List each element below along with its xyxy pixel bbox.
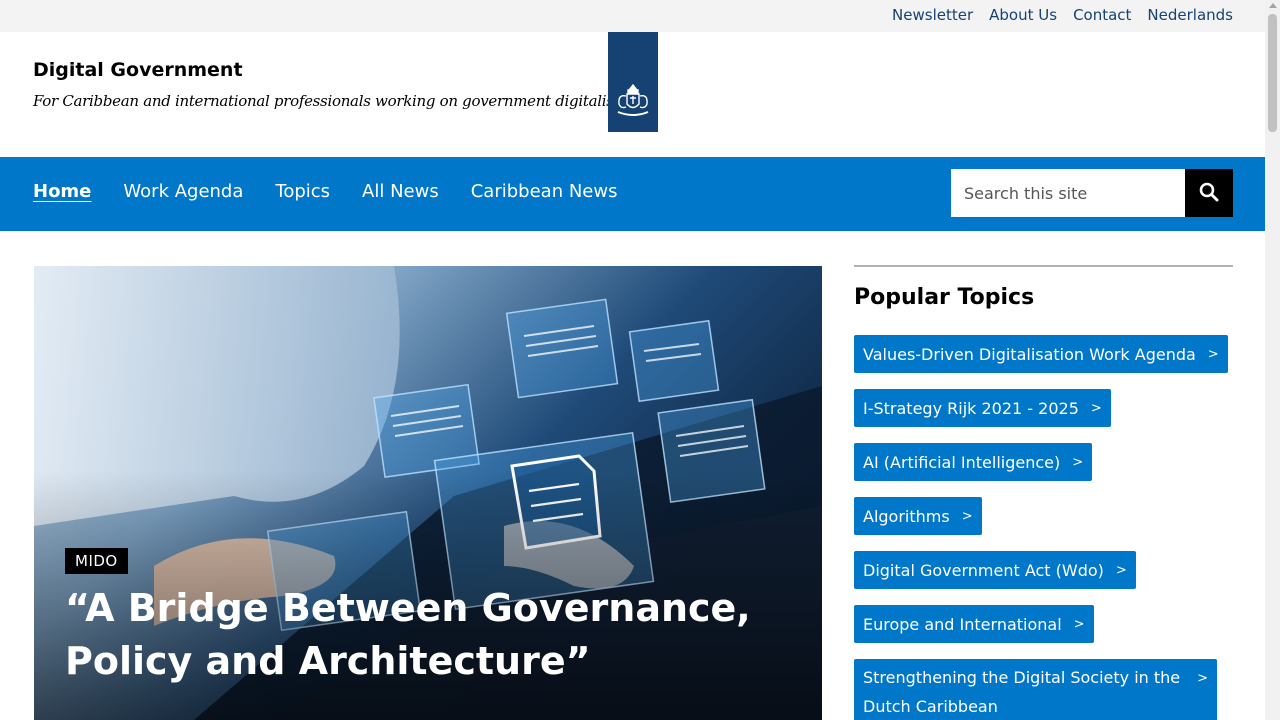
utility-links: Newsletter About Us Contact Nederlands (892, 6, 1233, 24)
language-link[interactable]: Nederlands (1147, 6, 1233, 24)
search-box (951, 169, 1186, 217)
topic-values-driven-digitalisation[interactable]: Values-Driven Digitalisation Work Agenda… (854, 335, 1228, 373)
topic-label: Values-Driven Digitalisation Work Agenda (863, 344, 1196, 364)
search-icon (1199, 182, 1219, 205)
nav-home[interactable]: Home (33, 181, 91, 202)
chevron-right-icon: > (1090, 400, 1102, 416)
topic-label: I-Strategy Rijk 2021 - 2025 (863, 398, 1079, 418)
government-logo[interactable] (608, 32, 658, 132)
site-title[interactable]: Digital Government (33, 59, 243, 81)
nav-all-news[interactable]: All News (362, 181, 439, 202)
topic-label: Algorithms (863, 506, 950, 526)
nav-work-agenda[interactable]: Work Agenda (123, 181, 243, 202)
about-us-link[interactable]: About Us (989, 6, 1057, 24)
chevron-right-icon: > (1073, 616, 1085, 632)
topic-digital-government-act[interactable]: Digital Government Act (Wdo) > (854, 551, 1136, 589)
scroll-up-arrow-icon[interactable] (1269, 3, 1277, 8)
search-button[interactable] (1185, 169, 1233, 217)
page-scrollbar[interactable] (1265, 0, 1280, 720)
topic-list: Values-Driven Digitalisation Work Agenda… (854, 335, 1233, 720)
chevron-right-icon: > (1072, 454, 1084, 470)
topic-dutch-caribbean[interactable]: Strengthening the Digital Society in the… (854, 659, 1217, 720)
chevron-right-icon: > (1115, 562, 1127, 578)
nav-items: Home Work Agenda Topics All News Caribbe… (33, 181, 617, 202)
popular-topics-heading: Popular Topics (854, 285, 1035, 310)
utility-bar: Newsletter About Us Contact Nederlands (0, 0, 1265, 32)
chevron-right-icon: > (1197, 671, 1208, 686)
site-header: Digital Government For Caribbean and int… (0, 32, 1265, 157)
topic-label: Europe and International (863, 614, 1062, 634)
hero-title[interactable]: “A Bridge Between Governance, Policy and… (65, 582, 765, 688)
topic-algorithms[interactable]: Algorithms > (854, 497, 982, 535)
divider (854, 265, 1233, 267)
hero-feature[interactable]: MIDO “A Bridge Between Governance, Polic… (34, 266, 822, 720)
contact-link[interactable]: Contact (1073, 6, 1131, 24)
topic-europe-international[interactable]: Europe and International > (854, 605, 1094, 643)
topic-label: Digital Government Act (Wdo) (863, 560, 1104, 580)
topic-label: AI (Artificial Intelligence) (863, 452, 1061, 472)
topic-ai[interactable]: AI (Artificial Intelligence) > (854, 443, 1093, 481)
nav-caribbean-news[interactable]: Caribbean News (471, 181, 618, 202)
popular-topics-panel: Popular Topics Values-Driven Digitalisat… (854, 265, 1233, 720)
hero-category-badge: MIDO (65, 548, 128, 574)
main-navigation: Home Work Agenda Topics All News Caribbe… (0, 157, 1265, 231)
chevron-right-icon: > (961, 508, 973, 524)
chevron-right-icon: > (1207, 346, 1219, 362)
search-input[interactable] (951, 169, 1186, 217)
site-tagline: For Caribbean and international professi… (33, 92, 651, 110)
scroll-thumb[interactable] (1268, 14, 1277, 132)
nav-topics[interactable]: Topics (275, 181, 330, 202)
newsletter-link[interactable]: Newsletter (892, 6, 973, 24)
topic-i-strategy-rijk[interactable]: I-Strategy Rijk 2021 - 2025 > (854, 389, 1111, 427)
topic-label: Strengthening the Digital Society in the… (863, 668, 1181, 716)
